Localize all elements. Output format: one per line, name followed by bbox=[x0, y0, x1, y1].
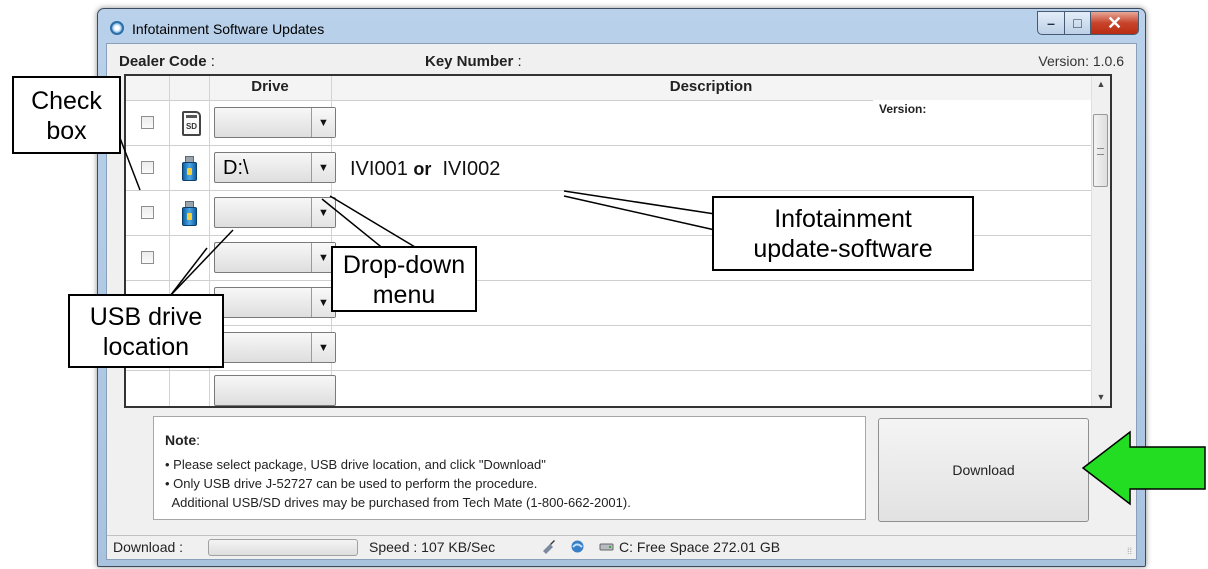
callout-leader-lines bbox=[119, 137, 1206, 506]
callout-line: Infotainment bbox=[774, 205, 912, 233]
callout-line: menu bbox=[372, 281, 436, 309]
dropdown-menu-callout: Drop-down menu bbox=[331, 246, 477, 312]
leader-line bbox=[119, 137, 141, 191]
callout-line: location bbox=[102, 333, 190, 361]
callout-line: Check bbox=[31, 87, 102, 115]
infotainment-update-software-callout: Infotainment update-software bbox=[712, 196, 974, 271]
leader-line bbox=[563, 195, 716, 231]
check-box-callout: Check box bbox=[12, 76, 121, 154]
callout-line: Drop-down bbox=[342, 251, 466, 279]
leader-line bbox=[169, 247, 208, 297]
green-arrow-icon bbox=[1081, 430, 1206, 506]
leader-line bbox=[563, 190, 716, 215]
callout-line: update-software bbox=[753, 235, 933, 263]
usb-drive-location-callout: USB drive location bbox=[68, 294, 224, 368]
callout-line: box bbox=[46, 117, 87, 145]
leader-line bbox=[321, 198, 386, 251]
leader-line bbox=[169, 229, 234, 297]
callout-line: USB drive bbox=[89, 303, 203, 331]
